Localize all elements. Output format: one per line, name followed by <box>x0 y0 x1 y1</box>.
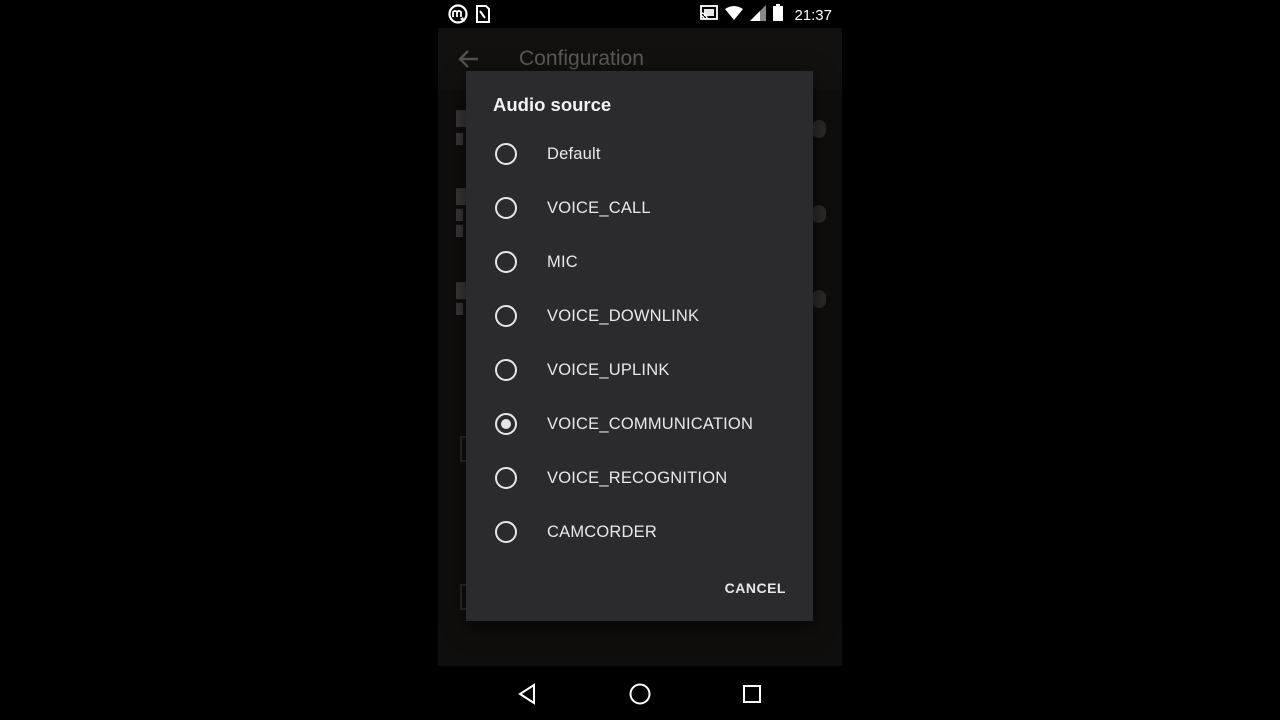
radio-option-label: Default <box>547 144 601 163</box>
radio-option[interactable]: VOICE_CALL <box>466 181 813 235</box>
radio-dot <box>501 419 511 429</box>
phone-screen: 21:37 Configuration █ █ █ █ █ █ █ Audio … <box>438 0 842 720</box>
radio-button-checked[interactable] <box>495 413 517 435</box>
radio-button[interactable] <box>495 143 517 165</box>
radio-button[interactable] <box>495 467 517 489</box>
radio-option[interactable]: VOICE_DOWNLINK <box>466 289 813 343</box>
radio-option-label: MIC <box>547 252 578 271</box>
cell-signal-icon <box>750 4 767 26</box>
app-notification-icon <box>448 4 468 29</box>
radio-button[interactable] <box>495 521 517 543</box>
radio-option[interactable]: MIC <box>466 235 813 289</box>
battery-icon <box>773 4 784 26</box>
radio-option-label: VOICE_COMMUNICATION <box>547 414 754 433</box>
nav-back-icon[interactable] <box>516 682 540 706</box>
radio-option-label: VOICE_DOWNLINK <box>547 306 700 325</box>
radio-button[interactable] <box>495 197 517 219</box>
navigation-bar <box>438 666 842 720</box>
radio-button[interactable] <box>495 251 517 273</box>
radio-option[interactable]: VOICE_UPLINK <box>466 343 813 397</box>
audio-source-dialog: Audio source Default VOICE_CALL MIC VOICE_D… <box>466 71 813 621</box>
nav-home-icon[interactable] <box>628 682 652 706</box>
radio-option[interactable]: VOICE_COMMUNICATION <box>466 397 813 451</box>
radio-option[interactable]: CAMCORDER <box>466 505 813 559</box>
cast-icon <box>700 4 719 26</box>
cancel-button[interactable]: CANCEL <box>725 580 786 596</box>
radio-option-label: VOICE_CALL <box>547 198 651 217</box>
radio-option-label: VOICE_RECOGNITION <box>547 468 728 487</box>
radio-option[interactable]: Default <box>466 127 813 181</box>
wifi-icon <box>725 5 744 25</box>
radio-button[interactable] <box>495 359 517 381</box>
nav-recents-icon[interactable] <box>740 682 764 706</box>
dialog-title: Audio source <box>493 94 612 115</box>
radio-button[interactable] <box>495 305 517 327</box>
sim-card-icon <box>476 5 490 28</box>
radio-option-label: VOICE_UPLINK <box>547 360 670 379</box>
status-time: 21:37 <box>794 6 832 24</box>
radio-option-label: CAMCORDER <box>547 522 657 541</box>
status-bar: 21:37 <box>438 0 842 28</box>
radio-option[interactable]: VOICE_RECOGNITION <box>466 451 813 505</box>
